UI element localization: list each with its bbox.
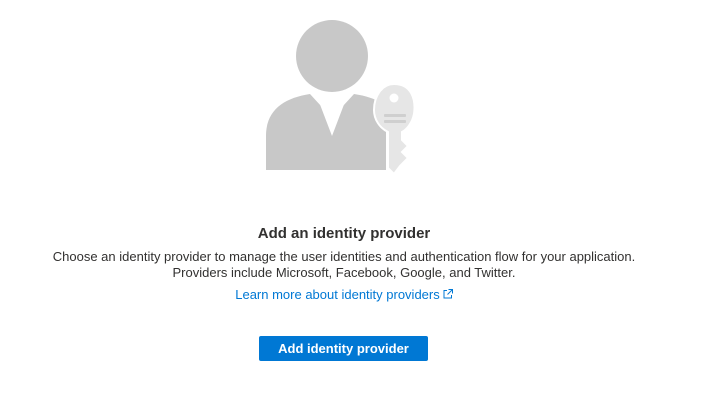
add-identity-provider-button[interactable]: Add identity provider — [259, 336, 428, 361]
description-line-2: Providers include Microsoft, Facebook, G… — [172, 265, 516, 280]
learn-more-container: Learn more about identity providers — [0, 287, 688, 303]
empty-state-title: Add an identity provider — [257, 225, 431, 242]
empty-state: Add an identity provider Choose an ident… — [0, 0, 720, 415]
user-with-key-icon — [266, 20, 416, 176]
external-link-icon — [443, 289, 453, 299]
description-line-1: Choose an identity provider to manage th… — [52, 249, 636, 264]
learn-more-link[interactable]: Learn more about identity providers — [235, 287, 453, 302]
learn-more-link-text: Learn more about identity providers — [235, 287, 440, 302]
empty-state-description: Choose an identity provider to manage th… — [0, 249, 688, 281]
